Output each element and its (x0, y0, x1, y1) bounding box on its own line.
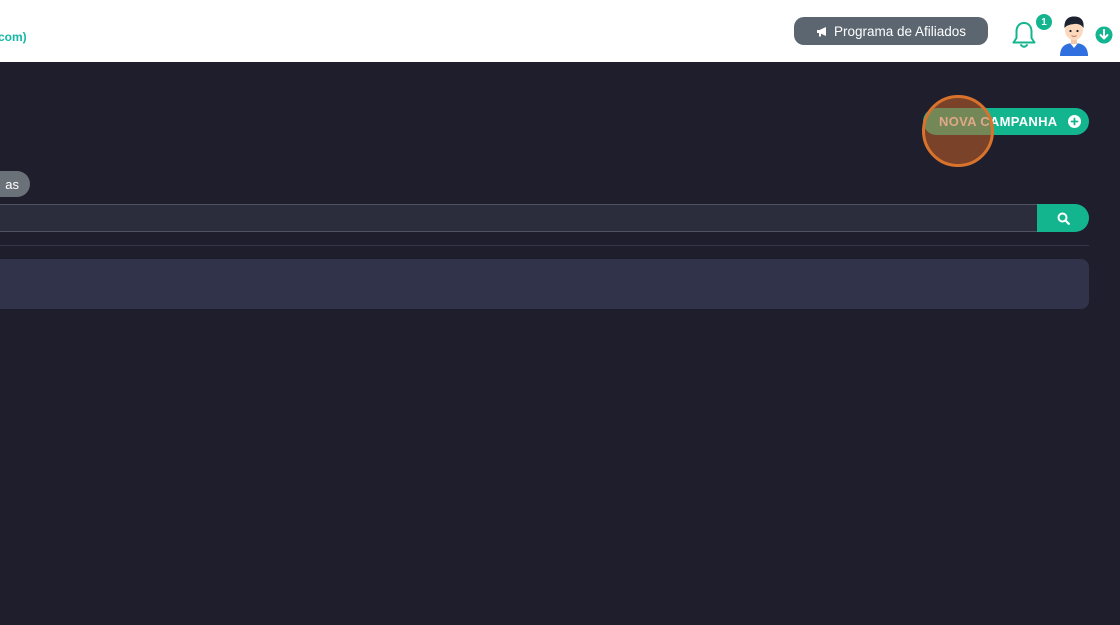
bell-icon[interactable] (1010, 20, 1038, 50)
new-campaign-button[interactable]: NOVA CAMPANHA (923, 108, 1089, 135)
filter-pill[interactable]: as (0, 171, 30, 197)
megaphone-icon (816, 26, 826, 36)
plus-circle-icon (1068, 115, 1081, 128)
account-label: com) (0, 30, 27, 44)
filter-pill-label: as (5, 176, 19, 192)
new-campaign-label: NOVA CAMPANHA (939, 114, 1058, 129)
top-navbar: com) Programa de Afiliados 1 (0, 0, 1120, 62)
notification-count-badge: 1 (1036, 14, 1052, 30)
results-panel (0, 259, 1089, 309)
chevron-down-circle-icon[interactable] (1095, 26, 1113, 44)
affiliate-program-button[interactable]: Programa de Afiliados (794, 17, 988, 45)
search-button[interactable] (1037, 204, 1089, 232)
search-icon (1057, 212, 1070, 225)
affiliate-program-label: Programa de Afiliados (833, 23, 967, 39)
user-avatar[interactable] (1056, 14, 1092, 56)
section-divider (0, 245, 1089, 246)
search-input[interactable] (0, 204, 1038, 232)
